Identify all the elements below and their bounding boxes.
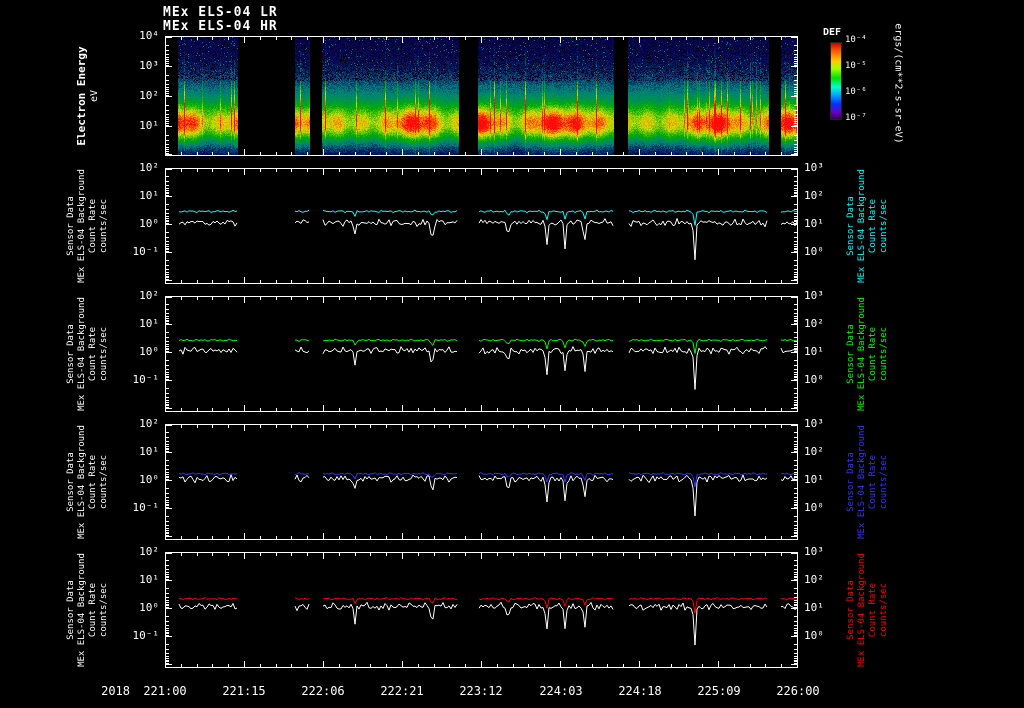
axis-title-line: Sensor Data [846,580,856,640]
panel-left-tick: 10¹ [139,317,159,330]
mex-els-quicklook-plot: MEx ELS-04 LR MEx ELS-04 HR 10⁴ 10³ 10² … [0,0,1024,708]
spec-y-tick: 10³ [139,59,159,72]
x-tick-label: 224:18 [618,684,662,698]
x-axis-year-label: 2018 [101,684,130,698]
panel-right-tick: 10⁰ [804,501,824,514]
spec-y-axis-title-line1: Electron Energy [75,46,88,146]
colorbar-tick: 10⁻⁵ [845,61,867,71]
panel-right-tick: 10¹ [804,345,824,358]
panel-left-tick: 10¹ [139,573,159,586]
spec-y-axis-title: Electron Energy eV [75,26,101,166]
panel-left-tick: 10⁰ [139,601,159,614]
x-tick-label: 226:00 [776,684,820,698]
panel-left-tick: 10⁻¹ [132,629,160,642]
panel-left-tick: 10⁻¹ [132,373,160,386]
panel-right-tick: 10¹ [804,473,824,486]
panel-left-tick: 10² [139,161,159,174]
panel-right-tick: 10³ [804,289,824,302]
colorbar-tick: 10⁻⁶ [845,87,867,97]
panel-left-tick: 10⁰ [139,473,159,486]
panel-right-tick: 10⁰ [804,245,824,258]
panel-right-tick: 10³ [804,545,824,558]
panel-right-tick: 10¹ [804,601,824,614]
panel-right-tick: 10² [804,189,824,202]
axis-title-line: counts/sec [99,582,109,638]
panel-2-plot-canvas [165,424,798,540]
panel-left-tick: 10¹ [139,445,159,458]
panel-left-tick: 10² [139,417,159,430]
panel-left-tick: 10² [139,289,159,302]
x-tick-label: 221:15 [222,684,266,698]
x-tick-label: 224:03 [539,684,583,698]
panel-left-tick: 10⁻¹ [132,245,160,258]
panel-3-right-axis-title: Sensor Data MEx ELS-04 Background Count … [846,535,890,685]
panel-right-tick: 10² [804,573,824,586]
panel-right-tick: 10⁰ [804,373,824,386]
panel-left-tick: 10⁰ [139,345,159,358]
x-tick-label: 225:09 [697,684,741,698]
panel-left-tick: 10¹ [139,189,159,202]
spectrogram-canvas [165,36,798,156]
spec-y-tick: 10¹ [139,119,159,132]
plot-title-lr: MEx ELS-04 LR [163,5,278,20]
colorbar-tick: 10⁻⁷ [845,113,867,123]
panel-left-tick: 10⁻¹ [132,501,160,514]
x-tick-label: 222:21 [380,684,424,698]
spec-y-tick: 10² [139,89,159,102]
panel-right-tick: 10³ [804,417,824,430]
axis-title-line: counts/sec [879,582,889,638]
panel-right-tick: 10³ [804,161,824,174]
plot-title-hr: MEx ELS-04 HR [163,19,278,34]
axis-title-line: Sensor Data [66,580,76,640]
panel-3-left-axis-title: Sensor Data MEx ELS-04 Background Count … [66,535,110,685]
panel-right-tick: 10¹ [804,217,824,230]
colorbar-unit-label: ergs/(cm**2-s-sr-eV) [892,23,904,144]
colorbar-title: DEF [823,27,842,38]
x-tick-label: 223:12 [459,684,503,698]
axis-title-line: MEx ELS-04 Background [77,553,87,667]
axis-title-line: Count Rate [88,582,98,638]
colorbar [830,42,842,120]
panel-left-tick: 10⁰ [139,217,159,230]
panel-0-plot-canvas [165,168,798,284]
panel-right-tick: 10⁰ [804,629,824,642]
x-tick-label: 221:00 [143,684,187,698]
panel-3-plot-canvas [165,552,798,668]
panel-right-tick: 10² [804,445,824,458]
axis-title-line: Count Rate [868,582,878,638]
panel-left-tick: 10² [139,545,159,558]
panel-1-plot-canvas [165,296,798,412]
panel-right-tick: 10² [804,317,824,330]
x-tick-label: 222:06 [301,684,345,698]
spec-y-axis-title-line2: eV [89,89,100,103]
axis-title-line: MEx ELS-04 Background [857,553,867,667]
colorbar-tick: 10⁻⁴ [845,35,867,45]
spec-y-tick: 10⁴ [139,29,159,42]
